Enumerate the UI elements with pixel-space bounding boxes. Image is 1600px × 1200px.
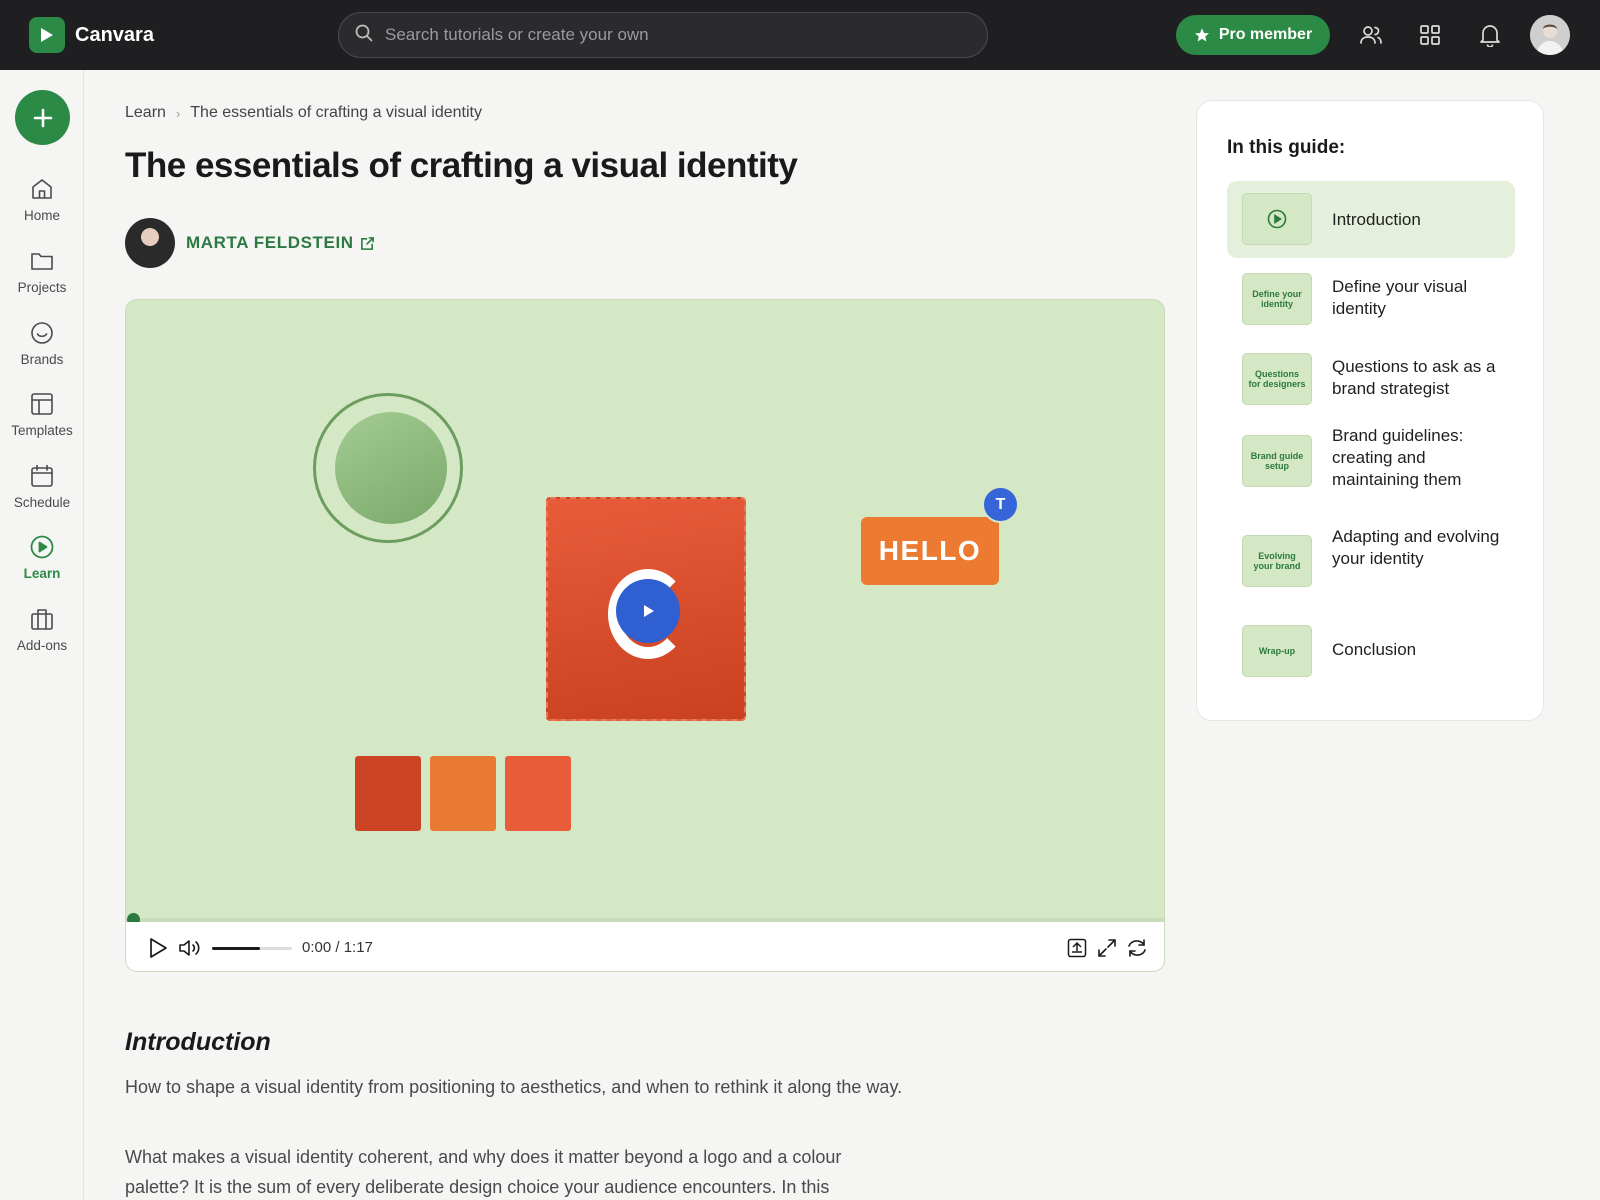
pro-member-button[interactable]: Pro member (1176, 15, 1330, 55)
bell-icon[interactable] (1475, 20, 1505, 50)
volume-icon (179, 940, 200, 956)
refresh-icon (1128, 939, 1146, 957)
guide-thumbnail: Evolving your brand (1242, 535, 1312, 587)
play-icon (644, 605, 654, 617)
play-icon (150, 938, 167, 958)
guide-item-label: Conclusion (1332, 640, 1417, 659)
sidebar-item-label: Brands (20, 352, 64, 367)
top-bar: Canvara Pro member (0, 0, 1600, 70)
video-thumbnail-tile (546, 497, 746, 721)
decorative-circle (313, 393, 463, 543)
guide-item-conclusion[interactable]: Wrap-up Conclusion (1227, 613, 1515, 689)
star-icon (1194, 27, 1210, 43)
breadcrumb-current: The essentials of crafting a visual iden… (190, 104, 482, 121)
intro-paragraph: What makes a visual identity coherent, a… (125, 1147, 842, 1197)
hello-label: HELLO (861, 517, 999, 585)
guide-title: In this guide: (1227, 137, 1346, 158)
breadcrumb: Learn › The essentials of crafting a vis… (125, 104, 482, 122)
guide-item-questions[interactable]: Questions for designers Questions to ask… (1227, 341, 1515, 417)
user-avatar[interactable] (1530, 15, 1570, 55)
sidebar-item-templates[interactable]: Templates (0, 391, 84, 451)
replay-button[interactable] (1124, 935, 1150, 961)
search-icon (355, 24, 373, 47)
sidebar-item-brands[interactable]: Brands (0, 320, 84, 380)
sidebar-item-schedule[interactable]: Schedule (0, 463, 84, 523)
logo-play-icon (29, 17, 65, 53)
guide-thumbnail: Brand guide setup (1242, 435, 1312, 487)
sidebar-item-label: Projects (17, 280, 67, 295)
app-name: Canvara (75, 23, 154, 46)
color-swatch (505, 756, 571, 831)
play-circle-icon (30, 535, 54, 559)
guide-thumbnail: Wrap-up (1242, 625, 1312, 677)
sidebar-item-label: Add-ons (16, 638, 68, 653)
sidebar-item-learn[interactable]: Learn (0, 534, 84, 594)
guide-thumbnail (1242, 193, 1312, 245)
pro-member-label: Pro member (1218, 26, 1313, 43)
app-logo[interactable]: Canvara (29, 17, 154, 53)
chevron-right-icon: › (175, 105, 181, 121)
guide-item-label: Adapting and evolving your identity (1332, 527, 1500, 568)
plus-icon (33, 108, 52, 127)
guide-item-evolving[interactable]: Evolving your brand Adapting and evolvin… (1227, 521, 1515, 611)
sidebar-item-projects[interactable]: Projects (0, 248, 84, 308)
sidebar-item-label: Home (23, 208, 60, 223)
section-heading: Introduction (125, 1028, 271, 1056)
play-button[interactable] (145, 935, 171, 961)
search-input[interactable] (385, 25, 945, 45)
video-controls: 0:00 / 1:17 (126, 922, 1164, 971)
template-icon (31, 393, 53, 415)
author: MARTA FELDSTEIN (125, 218, 375, 268)
color-swatch (430, 756, 496, 831)
guide-thumbnail: Define your identity (1242, 273, 1312, 325)
guide-item-label: Introduction (1332, 210, 1421, 229)
people-icon[interactable] (1356, 20, 1386, 50)
play-circle-icon (1267, 209, 1287, 229)
search-bar[interactable] (338, 12, 988, 58)
guide-thumbnail: Questions for designers (1242, 353, 1312, 405)
apps-grid-icon[interactable] (1415, 20, 1445, 50)
guide-item-guidelines[interactable]: Brand guide setup Brand guidelines: crea… (1227, 421, 1515, 519)
sidebar-item-home[interactable]: Home (0, 176, 84, 236)
author-link[interactable]: MARTA FELDSTEIN (186, 233, 375, 253)
guide-item-label: Define your visual identity (1332, 277, 1468, 318)
brand-icon (31, 322, 53, 344)
create-button[interactable] (15, 90, 70, 145)
color-swatch (355, 756, 421, 831)
volume-button[interactable] (177, 935, 203, 961)
author-avatar[interactable] (125, 218, 175, 268)
intro-paragraph: How to shape a visual identity from posi… (125, 1077, 903, 1097)
folder-icon (31, 253, 53, 270)
picture-in-picture-icon (1067, 938, 1087, 958)
guide-panel: In this guide: Introduction Define your … (1196, 100, 1544, 721)
pip-button[interactable] (1064, 935, 1090, 961)
guide-item-introduction[interactable]: Introduction (1227, 181, 1515, 258)
home-icon (32, 179, 52, 199)
briefcase-icon (31, 609, 53, 630)
guide-item-label: Questions to ask as a brand strategist (1332, 357, 1496, 398)
sidebar-item-label: Templates (11, 423, 73, 438)
collaborator-badge: T (982, 486, 1019, 523)
video-player[interactable]: HELLO T 0:00 / 1:17 (125, 299, 1165, 972)
volume-slider[interactable] (212, 947, 292, 950)
calendar-icon (31, 464, 53, 487)
video-timecode: 0:00 / 1:17 (302, 939, 373, 956)
center-play-button[interactable] (616, 579, 680, 643)
sidebar-item-addons[interactable]: Add-ons (0, 606, 84, 666)
sidebar: Home Projects Brands Templates Schedule … (0, 70, 84, 1200)
author-name: MARTA FELDSTEIN (186, 233, 354, 252)
sidebar-item-label: Learn (23, 566, 61, 581)
guide-item-label: Brand guidelines: creating and maintaini… (1332, 426, 1464, 489)
guide-item-define[interactable]: Define your identity Define your visual … (1227, 261, 1515, 337)
fullscreen-button[interactable] (1094, 935, 1120, 961)
expand-icon (1098, 939, 1116, 957)
sidebar-item-label: Schedule (13, 495, 71, 510)
page-title: The essentials of crafting a visual iden… (125, 146, 798, 185)
external-link-icon (360, 236, 374, 250)
breadcrumb-link-learn[interactable]: Learn (125, 104, 166, 122)
